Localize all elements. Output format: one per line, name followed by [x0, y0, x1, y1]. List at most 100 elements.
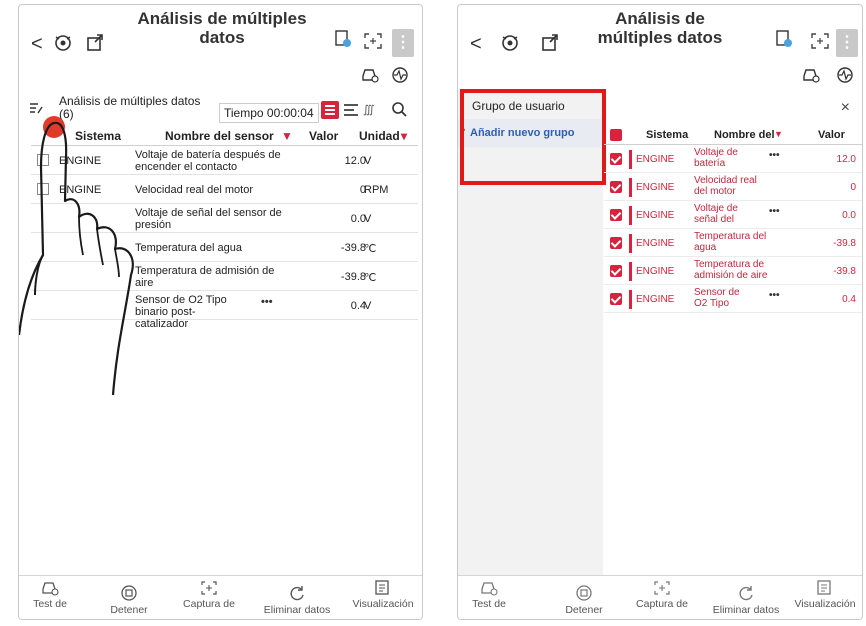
visualize-button[interactable]: Visualización — [788, 580, 862, 610]
table-row[interactable]: ENGINE Velocidad real del motor 0 — [604, 174, 862, 201]
row-marker — [629, 178, 632, 197]
text-view-icon[interactable] — [344, 104, 358, 116]
row-checkbox[interactable] — [610, 209, 622, 221]
timer: Tiempo 00:00:04 — [219, 103, 319, 123]
more-icon[interactable]: ⋮ — [836, 29, 858, 57]
row-system: ENGINE — [636, 266, 675, 277]
capture-label: Captura de — [183, 598, 235, 610]
export-icon[interactable] — [85, 33, 105, 53]
hand-pointer — [19, 116, 134, 395]
capture-label: Captura de — [636, 598, 688, 610]
waveform-view-icon[interactable]: ∭ — [363, 103, 375, 116]
table-row[interactable]: ENGINE Voltaje de señal del ••• 0.0 — [604, 202, 862, 229]
more-icon[interactable]: ⋮ — [392, 29, 414, 57]
delete-data-label: Eliminar datos — [263, 604, 331, 616]
row-checkbox[interactable] — [610, 293, 622, 305]
row-sensor: Temperatura de admisión de aire — [694, 259, 768, 281]
row-marker — [629, 206, 632, 225]
sort-icon[interactable]: ▼ — [281, 129, 293, 143]
more-dots-icon[interactable]: ••• — [769, 206, 780, 217]
more-dots-icon[interactable]: ••• — [261, 296, 273, 308]
table-row[interactable]: ENGINE Temperatura del agua -39.8 — [604, 230, 862, 257]
row-unit: ℃ — [364, 272, 377, 284]
car-icon[interactable] — [802, 67, 820, 83]
pulse-icon[interactable] — [836, 67, 854, 83]
row-system: ENGINE — [636, 182, 675, 193]
select-all-checkbox[interactable] — [610, 129, 622, 141]
test-button[interactable]: Test de — [25, 580, 75, 610]
row-checkbox[interactable] — [610, 265, 622, 277]
row-value: 12.0 — [344, 155, 366, 167]
row-value: -39.8 — [833, 266, 856, 277]
row-value: 0.4 — [842, 294, 856, 305]
row-unit: V — [364, 155, 372, 167]
col-value[interactable]: Valor — [309, 129, 338, 143]
stop-icon — [121, 585, 137, 601]
stop-button[interactable]: Detener — [554, 584, 614, 616]
row-system: ENGINE — [636, 210, 675, 221]
test-button[interactable]: Test de — [464, 580, 514, 610]
fullscreen-icon[interactable] — [363, 31, 383, 51]
capture-icon — [654, 581, 670, 595]
list-view-icon[interactable] — [321, 101, 339, 119]
test-label: Test de — [472, 598, 506, 610]
report-icon[interactable] — [333, 29, 353, 49]
back-icon[interactable]: < — [31, 33, 43, 56]
page-title: Análisis de múltiples datos — [137, 9, 307, 47]
search-icon[interactable] — [391, 101, 407, 117]
delete-data-label: Eliminar datos — [712, 604, 780, 616]
row-system: ENGINE — [636, 154, 675, 165]
row-system: ENGINE — [636, 238, 675, 249]
visualize-icon — [375, 580, 389, 595]
capture-button[interactable]: Captura de — [632, 580, 692, 610]
delete-data-button[interactable]: Eliminar datos — [257, 584, 337, 616]
capture-button[interactable]: Captura de — [179, 580, 239, 610]
row-value: 0 — [850, 182, 856, 193]
table-row[interactable]: ENGINE Temperatura de admisión de aire -… — [604, 258, 862, 285]
row-unit: V — [364, 213, 372, 225]
more-dots-icon[interactable]: ••• — [769, 150, 780, 161]
table-header: Sistema Nombre del ▼ Valor — [604, 125, 862, 145]
row-sensor: Sensor de O2 Tipo — [694, 287, 740, 309]
col-value[interactable]: Valor — [818, 129, 845, 141]
car-icon — [42, 582, 59, 596]
page-title: Análisis de múltiples datos — [597, 9, 723, 47]
row-value: 0.0 — [842, 210, 856, 221]
delete-data-button[interactable]: Eliminar datos — [706, 584, 786, 616]
row-checkbox[interactable] — [610, 181, 622, 193]
col-system[interactable]: Sistema — [646, 129, 688, 141]
header: < Análisis de múltiples datos ⋮ — [458, 5, 862, 83]
engine-icon[interactable] — [53, 33, 73, 53]
refresh-icon — [290, 586, 304, 601]
test-label: Test de — [33, 598, 67, 610]
unit-sort-icon[interactable]: ▾ — [401, 129, 407, 143]
car-icon[interactable] — [361, 67, 379, 83]
car-icon — [481, 582, 498, 596]
stop-label: Detener — [110, 604, 148, 616]
engine-icon[interactable] — [500, 33, 520, 53]
row-checkbox[interactable] — [610, 237, 622, 249]
header: < Análisis de múltiples datos ⋮ — [19, 5, 422, 83]
table-row[interactable]: ENGINE Voltaje de batería ••• 12.0 — [604, 146, 862, 173]
col-sensor[interactable]: Nombre del sensor — [165, 129, 274, 143]
back-icon[interactable]: < — [470, 33, 482, 56]
export-icon[interactable] — [540, 33, 560, 53]
bottom-bar: Test de Detener Captura de Eliminar dato… — [458, 575, 862, 619]
row-unit: RPM — [364, 184, 389, 196]
row-checkbox[interactable] — [610, 153, 622, 165]
fullscreen-icon[interactable] — [810, 31, 830, 51]
pulse-icon[interactable] — [391, 67, 409, 83]
sort-icon[interactable]: ▼ — [774, 129, 783, 139]
row-system: ENGINE — [636, 294, 675, 305]
table-row[interactable]: ENGINE Sensor de O2 Tipo ••• 0.4 — [604, 286, 862, 313]
visualize-button[interactable]: Visualización — [345, 580, 421, 610]
stop-button[interactable]: Detener — [99, 584, 159, 616]
refresh-icon — [739, 586, 753, 601]
more-dots-icon[interactable]: ••• — [769, 290, 780, 301]
stop-icon — [576, 585, 592, 601]
close-icon[interactable]: × — [841, 99, 850, 117]
row-value: -39.8 — [340, 271, 366, 283]
col-sensor[interactable]: Nombre del — [714, 129, 775, 141]
col-unit[interactable]: Unidad — [359, 129, 400, 143]
report-icon[interactable] — [774, 29, 794, 49]
